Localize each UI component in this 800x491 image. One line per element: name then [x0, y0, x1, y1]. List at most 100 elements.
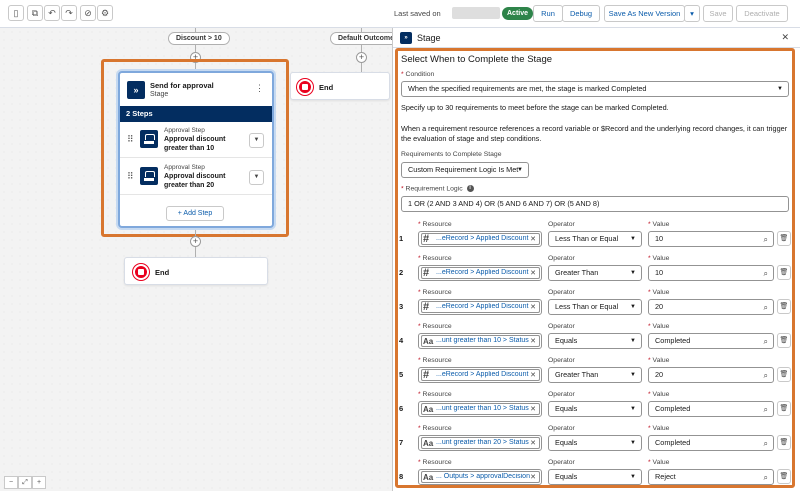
- delete-row-button[interactable]: 🗑: [777, 231, 791, 246]
- clear-icon[interactable]: ✕: [530, 235, 536, 243]
- panel-header: » Stage ✕: [393, 28, 800, 48]
- add-step-button[interactable]: + Add Step: [166, 206, 224, 221]
- save-options-button[interactable]: ▾: [684, 5, 700, 22]
- operator-select[interactable]: Greater Than ▼: [548, 367, 642, 383]
- value-input[interactable]: 20 ⌕: [648, 299, 774, 315]
- clear-icon[interactable]: ✕: [530, 405, 536, 413]
- search-icon: ⌕: [763, 439, 768, 448]
- chevron-down-icon: ▼: [630, 474, 636, 480]
- resource-pill[interactable]: # ...eRecord > Applied Discount ✕: [421, 301, 540, 313]
- delete-row-button[interactable]: 🗑: [777, 367, 791, 382]
- settings-icon[interactable]: ⚙: [97, 5, 113, 21]
- resource-field[interactable]: # ...eRecord > Applied Discount ✕: [418, 231, 542, 247]
- value-input[interactable]: 10 ⌕: [648, 265, 774, 281]
- operator-select[interactable]: Equals ▼: [548, 401, 642, 417]
- resource-pill[interactable]: Aa ...unt greater than 20 > Status ✕: [421, 437, 540, 449]
- resource-field[interactable]: # ...eRecord > Applied Discount ✕: [418, 265, 542, 281]
- trash-icon: 🗑: [779, 269, 789, 276]
- undo-icon[interactable]: ↶: [44, 5, 60, 21]
- delete-row-button[interactable]: 🗑: [777, 265, 791, 280]
- delete-row-button[interactable]: 🗑: [777, 435, 791, 450]
- req-to-complete-select[interactable]: Custom Requirement Logic Is Met ▼: [401, 162, 529, 178]
- resource-pill[interactable]: # ...eRecord > Applied Discount ✕: [421, 267, 540, 279]
- zoom-out-icon[interactable]: −: [4, 476, 18, 489]
- end-node-stage[interactable]: End: [124, 257, 268, 285]
- step-item[interactable]: ⠿ Approval Step Approval discount greate…: [120, 122, 272, 158]
- copy-icon[interactable]: ⧉: [27, 5, 43, 21]
- operator-select[interactable]: Equals ▼: [548, 435, 642, 451]
- value-column-label: * Value: [648, 425, 670, 432]
- chevron-down-icon: ▼: [630, 338, 636, 344]
- clear-icon[interactable]: ✕: [530, 371, 536, 379]
- branch-label-discount[interactable]: Discount > 10: [168, 32, 230, 45]
- resource-value: ...unt greater than 20 > Status: [436, 439, 529, 446]
- save-as-new-version-button[interactable]: Save As New Version: [604, 5, 685, 22]
- steps-count: 2 Steps: [120, 106, 272, 122]
- search-icon: ⌕: [763, 235, 768, 244]
- value-column-label: * Value: [648, 357, 670, 364]
- value-input[interactable]: Completed ⌕: [648, 435, 774, 451]
- stage-subtitle: Stage: [150, 91, 169, 98]
- operator-select[interactable]: Greater Than ▼: [548, 265, 642, 281]
- cancel-icon[interactable]: ⊘: [80, 5, 96, 21]
- debug-button[interactable]: Debug: [562, 5, 600, 22]
- value-text: Reject: [655, 472, 676, 481]
- resource-value: ...unt greater than 10 > Status: [436, 405, 529, 412]
- step-menu-button[interactable]: ▼: [249, 133, 264, 148]
- delete-row-button[interactable]: 🗑: [777, 333, 791, 348]
- clear-icon[interactable]: ✕: [530, 473, 536, 481]
- chevron-down-icon: ▼: [630, 236, 636, 242]
- info-icon[interactable]: i: [466, 185, 474, 192]
- value-input[interactable]: 10 ⌕: [648, 231, 774, 247]
- more-actions-icon[interactable]: ⋮: [255, 83, 264, 94]
- save-button[interactable]: Save: [703, 5, 733, 22]
- delete-row-button[interactable]: 🗑: [777, 401, 791, 416]
- value-input[interactable]: Reject ⌕: [648, 469, 774, 485]
- resource-pill[interactable]: # ...eRecord > Applied Discount ✕: [421, 369, 540, 381]
- resource-pill[interactable]: # ...eRecord > Applied Discount ✕: [421, 233, 540, 245]
- operator-select[interactable]: Equals ▼: [548, 469, 642, 485]
- resource-field[interactable]: Aa ... Outputs > approvalDecision ✕: [418, 469, 542, 485]
- operator-select[interactable]: Less Than or Equal ▼: [548, 231, 642, 247]
- fit-view-icon[interactable]: ⤢: [18, 476, 32, 489]
- resource-pill[interactable]: Aa ...unt greater than 10 > Status ✕: [421, 403, 540, 415]
- add-element-icon[interactable]: +: [356, 52, 367, 63]
- resource-field[interactable]: Aa ...unt greater than 20 > Status ✕: [418, 435, 542, 451]
- deactivate-button[interactable]: Deactivate: [736, 5, 788, 22]
- step-item[interactable]: ⠿ Approval Step Approval discount greate…: [120, 159, 272, 195]
- clear-icon[interactable]: ✕: [530, 303, 536, 311]
- zoom-in-icon[interactable]: +: [32, 476, 46, 489]
- operator-select[interactable]: Equals ▼: [548, 333, 642, 349]
- value-input[interactable]: Completed ⌕: [648, 401, 774, 417]
- resource-column-label: * Resource: [418, 459, 452, 466]
- resource-pill[interactable]: Aa ...unt greater than 10 > Status ✕: [421, 335, 540, 347]
- resource-field[interactable]: # ...eRecord > Applied Discount ✕: [418, 299, 542, 315]
- toggle-panel-icon[interactable]: ▯: [8, 5, 24, 21]
- redo-icon[interactable]: ↷: [61, 5, 77, 21]
- value-input[interactable]: 20 ⌕: [648, 367, 774, 383]
- clear-icon[interactable]: ✕: [530, 337, 536, 345]
- resource-field[interactable]: # ...eRecord > Applied Discount ✕: [418, 367, 542, 383]
- operator-select[interactable]: Less Than or Equal ▼: [548, 299, 642, 315]
- number-type-icon: #: [423, 233, 430, 245]
- close-icon[interactable]: ✕: [781, 32, 789, 43]
- delete-row-button[interactable]: 🗑: [777, 299, 791, 314]
- add-element-icon[interactable]: +: [190, 236, 201, 247]
- run-button[interactable]: Run: [533, 5, 563, 22]
- resource-field[interactable]: Aa ...unt greater than 10 > Status ✕: [418, 401, 542, 417]
- resource-field[interactable]: Aa ...unt greater than 10 > Status ✕: [418, 333, 542, 349]
- resource-pill[interactable]: Aa ... Outputs > approvalDecision ✕: [421, 471, 540, 483]
- delete-row-button[interactable]: 🗑: [777, 469, 791, 484]
- step-menu-button[interactable]: ▼: [249, 170, 264, 185]
- end-node-default[interactable]: End: [290, 72, 390, 100]
- value-column-label: * Value: [648, 391, 670, 398]
- value-input[interactable]: Completed ⌕: [648, 333, 774, 349]
- drag-handle-icon[interactable]: ⠿: [127, 134, 134, 145]
- clear-icon[interactable]: ✕: [530, 269, 536, 277]
- search-icon: ⌕: [763, 371, 768, 380]
- condition-select[interactable]: When the specified requirements are met,…: [401, 81, 789, 97]
- stage-node[interactable]: » Send for approval Stage ⋮ 2 Steps ⠿ Ap…: [118, 71, 274, 228]
- clear-icon[interactable]: ✕: [530, 439, 536, 447]
- drag-handle-icon[interactable]: ⠿: [127, 171, 134, 182]
- requirement-logic-input[interactable]: 1 OR (2 AND 3 AND 4) OR (5 AND 6 AND 7) …: [401, 196, 789, 212]
